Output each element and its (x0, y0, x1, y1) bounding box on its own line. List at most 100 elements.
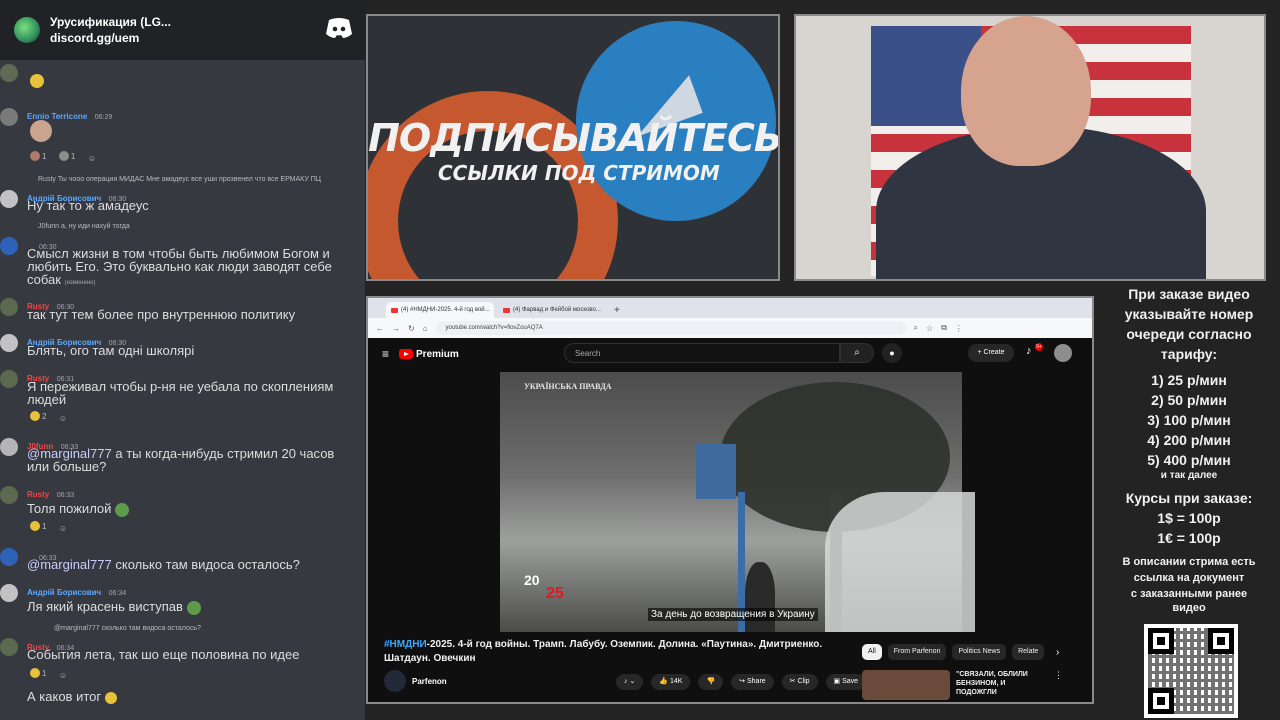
notification-badge: 9+ (1035, 343, 1043, 351)
message-text: Я переживал чтобы р-ня не уебала по скоп… (27, 379, 334, 407)
kebab-menu-icon[interactable]: ⋮ (1054, 670, 1063, 681)
youtube-search-input[interactable]: Search (564, 343, 840, 363)
add-reaction-icon[interactable]: ☺ (59, 671, 67, 680)
search-icon[interactable]: ⌕ (840, 343, 874, 363)
video-sign (696, 444, 736, 499)
reply-preview[interactable]: Rusty Ты чооо операция МИДАС Мне амадеус… (38, 176, 321, 183)
message-text: так тут тем более про внутреннюю политик… (27, 307, 296, 322)
browser-tab[interactable]: (4) Фарвад и Фейбой москово... (498, 302, 606, 318)
avatar (0, 334, 18, 352)
user-mention[interactable]: @marginal777 (27, 557, 112, 572)
chevron-right-icon[interactable]: › (1056, 647, 1059, 658)
message-text: Ну так то ж амадеус (27, 198, 149, 213)
message-text: Ля який красень виступав (27, 600, 357, 615)
channel-name[interactable]: Parfenon (412, 677, 447, 686)
message-time: 06:33 (56, 492, 75, 499)
avatar (0, 638, 18, 656)
server-name: Урусификация (LG... (50, 15, 171, 29)
streamer-head (961, 16, 1091, 166)
chip-politics-news[interactable]: Politics News (952, 644, 1007, 660)
avatar (0, 64, 18, 82)
rate-eur: 1€ = 100р (1157, 530, 1221, 546)
new-tab-button[interactable]: + (614, 305, 620, 316)
rate-usd: 1$ = 100р (1157, 510, 1221, 526)
emoji-icon (30, 411, 40, 421)
youtube-play-icon (399, 349, 414, 359)
message-text: А каков итог (27, 690, 357, 704)
youtube-topbar: ≡ Premium Search ⌕ ● + Create ♪ 9+ (368, 338, 1092, 370)
video-badge-top: 20 (524, 572, 540, 588)
video-car (825, 492, 975, 632)
avatar (0, 486, 18, 504)
reaction[interactable]: 1 (30, 521, 46, 531)
info-line: При заказе видео (1128, 286, 1250, 302)
tariff-item: 5) 400 р/мин (1147, 452, 1231, 468)
notifications-bell-icon[interactable]: ♪ (1026, 345, 1032, 357)
description-line: ссылка на документ (1133, 572, 1245, 584)
clip-button[interactable]: ✂ Clip (781, 674, 818, 690)
emoji-icon (104, 691, 117, 704)
browser-tab-active[interactable]: (4) #НМДНИ-2025. 4-й год вой... (386, 302, 494, 318)
create-button[interactable]: + Create (968, 344, 1014, 362)
avatar (0, 438, 18, 456)
home-icon[interactable]: ⌂ (423, 324, 428, 333)
reply-preview[interactable]: @marginal777 сколько там видоса осталось… (54, 625, 201, 632)
chip-related[interactable]: Relate (1012, 644, 1045, 660)
qr-code (1144, 624, 1238, 718)
message-author[interactable]: Андрій Борисович (27, 588, 101, 597)
chip-from-channel[interactable]: From Parfenon (887, 644, 947, 660)
pepe-emoji-icon (115, 502, 130, 517)
channel-info: Parfenon (384, 670, 447, 692)
tariff-item: 3) 100 р/мин (1147, 412, 1231, 428)
reaction[interactable]: 1 (30, 668, 46, 678)
youtube-logo[interactable]: Premium (399, 349, 459, 360)
star-icon[interactable]: ☆ (926, 324, 933, 333)
share-button[interactable]: ↪ Share (731, 674, 774, 690)
recommended-title[interactable]: "СВЯЗАЛИ, ОБЛИЛИ БЕНЗИНОМ, И ПОДОЖГЛИ (956, 670, 1048, 697)
avatar (0, 548, 18, 566)
info-line: указывайте номер (1124, 306, 1254, 322)
courses-title: Курсы при заказе: (1125, 490, 1253, 506)
chip-all[interactable]: All (862, 644, 882, 660)
emoji-icon (30, 151, 40, 161)
reply-preview[interactable]: J0funn а, ну иди нахуй тогда (38, 223, 130, 230)
message-author[interactable]: Rusty (27, 490, 49, 499)
back-icon[interactable]: ← (376, 324, 384, 333)
hashtag-link[interactable]: #НМДНИ (384, 639, 427, 650)
forward-icon[interactable]: → (392, 324, 400, 333)
dislike-button[interactable]: 👎 (698, 674, 724, 690)
url-field[interactable]: youtube.com/watch?v=flovZouAQ7A (435, 321, 906, 335)
add-reaction-icon[interactable]: ☺ (59, 414, 67, 423)
channel-avatar[interactable] (384, 670, 406, 692)
recommended-thumbnail[interactable] (862, 670, 950, 700)
menu-icon[interactable]: ⋮ (955, 324, 963, 333)
subscribe-bell-button[interactable]: ♪ ⌄ (616, 674, 644, 690)
message-author[interactable]: Ennio Terricone (27, 112, 87, 121)
youtube-favicon-icon (391, 307, 398, 313)
video-title: #НМДНИ-2025. 4-й год войны. Трамп. Лабуб… (384, 639, 823, 664)
server-invite-link[interactable]: discord.gg/uem (50, 30, 171, 46)
recommended-video[interactable]: "СВЯЗАЛИ, ОБЛИЛИ БЕНЗИНОМ, И ПОДОЖГЛИ ⋮ (862, 670, 1063, 700)
promo-subtitle: ССЫЛКИ ПОД СТРИМОМ (438, 161, 720, 185)
hamburger-menu-icon[interactable]: ≡ (382, 347, 389, 361)
avatar (0, 298, 18, 316)
avatar (0, 108, 18, 126)
reaction[interactable]: 2 (30, 411, 46, 421)
reaction[interactable]: 1 (58, 151, 75, 161)
tariff-item: 2) 50 р/мин (1151, 392, 1227, 408)
reaction[interactable]: 1 (30, 151, 46, 161)
like-button[interactable]: 👍 14K (651, 674, 691, 690)
save-button[interactable]: ▣ Save (825, 674, 867, 690)
address-bar-row: ← → ↻ ⌂ youtube.com/watch?v=flovZouAQ7A … (368, 318, 1092, 338)
add-reaction-icon[interactable]: ☺ (59, 524, 67, 533)
account-avatar[interactable] (1054, 344, 1072, 362)
extensions-icon[interactable]: ⧉ (941, 323, 947, 333)
add-reaction-icon[interactable]: ☺ (88, 154, 96, 163)
emoji-icon (30, 668, 40, 678)
zoom-icon[interactable]: ⌕ (914, 323, 918, 333)
reload-icon[interactable]: ↻ (408, 324, 415, 333)
video-player[interactable]: УКРАЇНСЬКА ПРАВДА 20 25 За день до возвр… (372, 372, 1088, 632)
microphone-icon[interactable]: ● (882, 343, 902, 363)
avatar (0, 190, 18, 208)
message-time: 06:34 (108, 590, 127, 597)
